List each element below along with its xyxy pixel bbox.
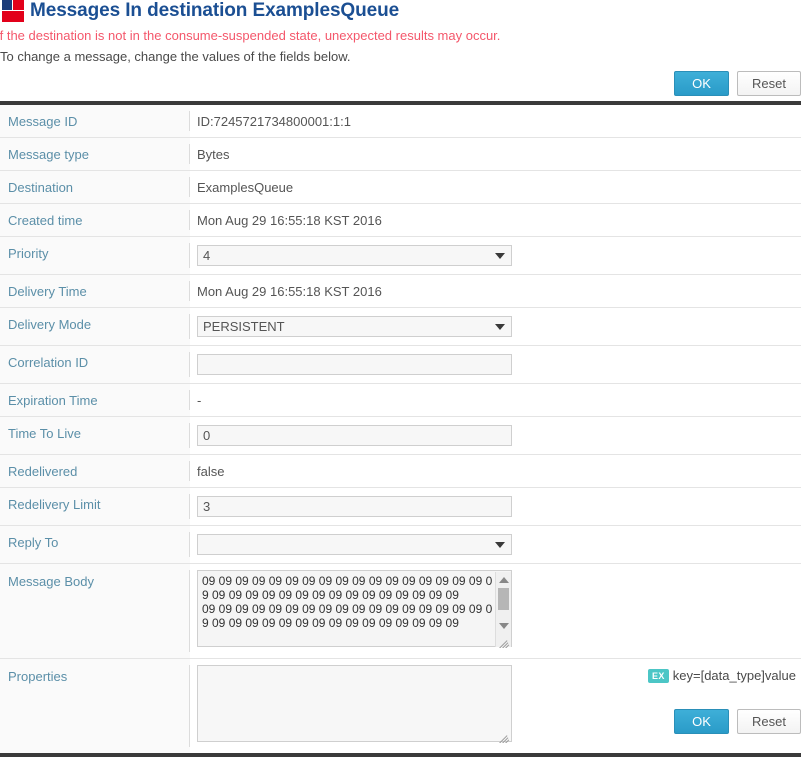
chevron-down-icon: [495, 253, 505, 259]
field-label: Priority: [0, 237, 190, 274]
field-value-cell: Mon Aug 29 16:55:18 KST 2016: [190, 275, 801, 307]
reset-button-top[interactable]: Reset: [737, 71, 801, 96]
chevron-down-icon: [495, 324, 505, 330]
static-value: -: [197, 393, 202, 408]
warning-message: If the destination is not in the consume…: [0, 28, 501, 43]
field-label: Redelivery Limit: [0, 488, 190, 525]
static-value: Bytes: [197, 147, 230, 162]
properties-format-hint: EX key=[data_type]value: [647, 668, 796, 683]
message-detail-table: Message ID ID:7245721734800001:1:1 Message…: [0, 101, 801, 757]
table-row: Expiration Time -: [0, 384, 801, 417]
field-value-cell: -: [190, 384, 801, 416]
table-row: Message Body 09 09 09 09 09 09 09 09 09 0…: [0, 564, 801, 659]
field-value-cell: 09 09 09 09 09 09 09 09 09 09 09 09 09 0…: [190, 564, 801, 658]
dropdown-selected-value: PERSISTENT: [203, 319, 285, 334]
table-row: Redelivered false: [0, 455, 801, 488]
field-value-cell: [190, 488, 801, 525]
table-row: Destination ExamplesQueue: [0, 171, 801, 204]
static-value: Mon Aug 29 16:55:18 KST 2016: [197, 213, 382, 228]
field-value-cell: 4: [190, 237, 801, 274]
field-label: Expiration Time: [0, 384, 190, 416]
table-row: Created time Mon Aug 29 16:55:18 KST 2016: [0, 204, 801, 237]
field-value-cell: false: [190, 455, 801, 487]
scroll-down-icon[interactable]: [499, 623, 509, 629]
static-value: Mon Aug 29 16:55:18 KST 2016: [197, 284, 382, 299]
table-row: Redelivery Limit: [0, 488, 801, 526]
intro-block: If the destination is not in the consume…: [0, 27, 804, 66]
static-value: false: [197, 464, 225, 479]
field-label: Destination: [0, 171, 190, 203]
table-row: Message ID ID:7245721734800001:1:1: [0, 105, 801, 138]
table-row: Priority 4: [0, 237, 801, 275]
page-title: Messages In destination ExamplesQueue: [30, 0, 400, 21]
chevron-down-icon: [495, 542, 505, 548]
dropdown-select[interactable]: [197, 534, 512, 555]
table-row: Delivery Time Mon Aug 29 16:55:18 KST 201…: [0, 275, 801, 308]
scrollbar-thumb[interactable]: [498, 588, 509, 610]
field-value-cell: PERSISTENT: [190, 308, 801, 345]
field-label: Properties: [0, 659, 190, 753]
field-value-cell: EX key=[data_type]value: [190, 659, 801, 753]
ok-button-bottom[interactable]: OK: [674, 709, 730, 734]
reset-button-bottom[interactable]: Reset: [737, 709, 801, 734]
static-value: ID:7245721734800001:1:1: [197, 114, 351, 129]
top-button-bar: OK Reset: [674, 71, 801, 96]
field-value-cell: ExamplesQueue: [190, 171, 801, 203]
field-label: Created time: [0, 204, 190, 236]
text-input[interactable]: [197, 354, 512, 375]
example-badge-icon: EX: [647, 668, 669, 683]
message-body-textarea[interactable]: 09 09 09 09 09 09 09 09 09 09 09 09 09 0…: [197, 570, 512, 647]
textarea-wrapper: [197, 665, 512, 745]
textarea-wrapper: 09 09 09 09 09 09 09 09 09 09 09 09 09 0…: [197, 570, 512, 650]
field-label: Message type: [0, 138, 190, 170]
ok-button-top[interactable]: OK: [674, 71, 730, 96]
field-label: Message Body: [0, 564, 190, 658]
table-row: Message type Bytes: [0, 138, 801, 171]
page-header: Messages In destination ExamplesQueue: [0, 0, 804, 26]
dropdown-selected-value: 4: [203, 248, 211, 263]
field-label: Redelivered: [0, 455, 190, 487]
field-value-cell: Bytes: [190, 138, 801, 170]
table-row: Properties EX key=[data_type]value: [0, 659, 801, 753]
instruction-message: To change a message, change the values o…: [0, 49, 351, 64]
field-value-cell: [190, 417, 801, 454]
field-value-cell: Mon Aug 29 16:55:18 KST 2016: [190, 204, 801, 236]
dropdown-select[interactable]: 4: [197, 245, 512, 266]
field-value-cell: [190, 526, 801, 563]
field-label: Delivery Mode: [0, 308, 190, 345]
static-value: ExamplesQueue: [197, 180, 294, 195]
resize-handle-icon[interactable]: [499, 732, 510, 743]
field-label: Correlation ID: [0, 346, 190, 383]
scroll-up-icon[interactable]: [499, 577, 509, 583]
field-value-cell: ID:7245721734800001:1:1: [190, 105, 801, 137]
field-label: Reply To: [0, 526, 190, 563]
bottom-button-bar: OK Reset: [674, 709, 801, 734]
field-label: Message ID: [0, 105, 190, 137]
dropdown-select[interactable]: PERSISTENT: [197, 316, 512, 337]
text-input[interactable]: [197, 425, 512, 446]
text-input[interactable]: [197, 496, 512, 517]
textarea-scrollbar[interactable]: [495, 572, 511, 647]
field-label: Delivery Time: [0, 275, 190, 307]
brand-square-icon: [2, 0, 24, 22]
resize-handle-icon[interactable]: [499, 637, 510, 648]
table-row: Correlation ID: [0, 346, 801, 384]
field-value-cell: [190, 346, 801, 383]
field-label: Time To Live: [0, 417, 190, 454]
table-row: Delivery Mode PERSISTENT: [0, 308, 801, 346]
properties-textarea[interactable]: [197, 665, 512, 742]
table-row: Time To Live: [0, 417, 801, 455]
table-row: Reply To: [0, 526, 801, 564]
hint-text: key=[data_type]value: [672, 668, 796, 683]
